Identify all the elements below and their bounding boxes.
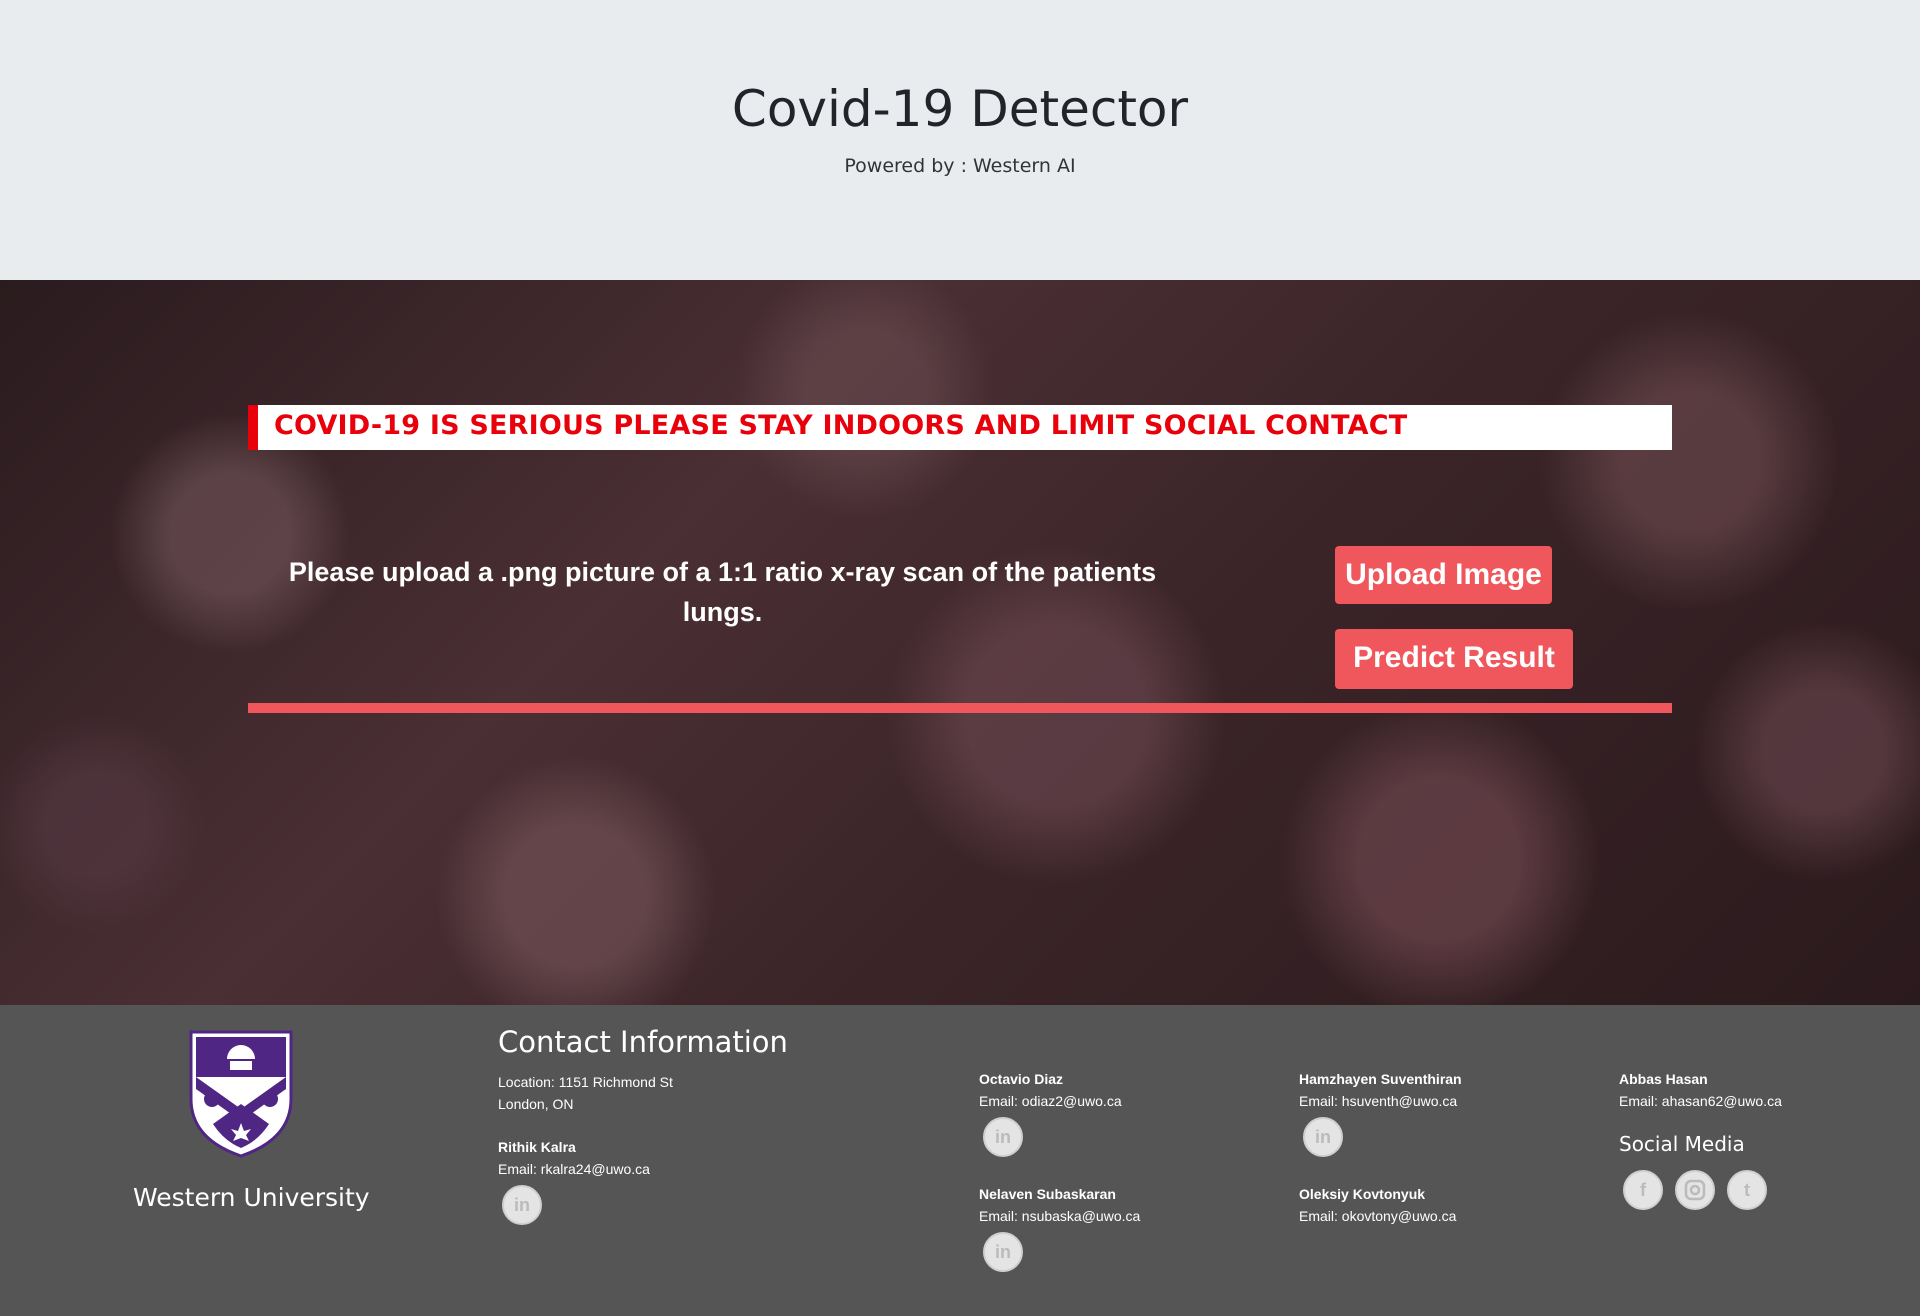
contact-email[interactable]: Email: ahasan62@uwo.ca	[1619, 1090, 1782, 1112]
twitter-icon[interactable]: t	[1727, 1170, 1767, 1210]
hero-section: COVID-19 IS SERIOUS PLEASE STAY INDOORS …	[0, 280, 1920, 1005]
contact-name: Abbas Hasan	[1619, 1071, 1708, 1087]
contact-email[interactable]: Email: hsuventh@uwo.ca	[1299, 1090, 1457, 1112]
contact-name: Oleksiy Kovtonyuk	[1299, 1186, 1426, 1202]
university-name: Western University	[133, 1183, 370, 1212]
page-header: Covid-19 Detector Powered by : Western A…	[0, 0, 1920, 280]
linkedin-icon[interactable]: in	[983, 1117, 1023, 1157]
page-title: Covid-19 Detector	[731, 80, 1189, 138]
contact-email[interactable]: Email: rkalra24@uwo.ca	[498, 1158, 650, 1180]
location-line-2: London, ON	[498, 1096, 574, 1112]
contact-name: Rithik Kalra	[498, 1139, 576, 1155]
upload-instructions: Please upload a .png picture of a 1:1 ra…	[288, 557, 1157, 627]
upload-image-button[interactable]: Upload Image	[1335, 546, 1552, 604]
contact-email[interactable]: Email: odiaz2@uwo.ca	[979, 1090, 1122, 1112]
western-shield-logo	[189, 1030, 293, 1158]
section-divider	[248, 703, 1672, 713]
page-subtitle: Powered by : Western AI	[844, 155, 1076, 177]
instagram-glyph	[1684, 1179, 1706, 1201]
instagram-icon[interactable]	[1675, 1170, 1715, 1210]
linkedin-icon[interactable]: in	[983, 1232, 1023, 1272]
contact-name: Nelaven Subaskaran	[979, 1186, 1116, 1202]
contact-info-title: Contact Information	[498, 1025, 788, 1059]
contact-email[interactable]: Email: nsubaska@uwo.ca	[979, 1205, 1140, 1227]
facebook-icon[interactable]: f	[1623, 1170, 1663, 1210]
contact-name: Octavio Diaz	[979, 1071, 1064, 1087]
predict-result-button[interactable]: Predict Result	[1335, 629, 1573, 689]
warning-banner: COVID-19 IS SERIOUS PLEASE STAY INDOORS …	[248, 405, 1672, 450]
social-media-title: Social Media	[1619, 1132, 1745, 1156]
footer: Western University Contact Information L…	[0, 1005, 1920, 1316]
location-line-1: Location: 1151 Richmond St	[498, 1074, 673, 1090]
warning-banner-text: COVID-19 IS SERIOUS PLEASE STAY INDOORS …	[274, 410, 1408, 441]
linkedin-icon[interactable]: in	[502, 1185, 542, 1225]
contact-email[interactable]: Email: okovtony@uwo.ca	[1299, 1205, 1456, 1227]
contact-name: Hamzhayen Suventhiran	[1299, 1071, 1462, 1087]
linkedin-icon[interactable]: in	[1303, 1117, 1343, 1157]
